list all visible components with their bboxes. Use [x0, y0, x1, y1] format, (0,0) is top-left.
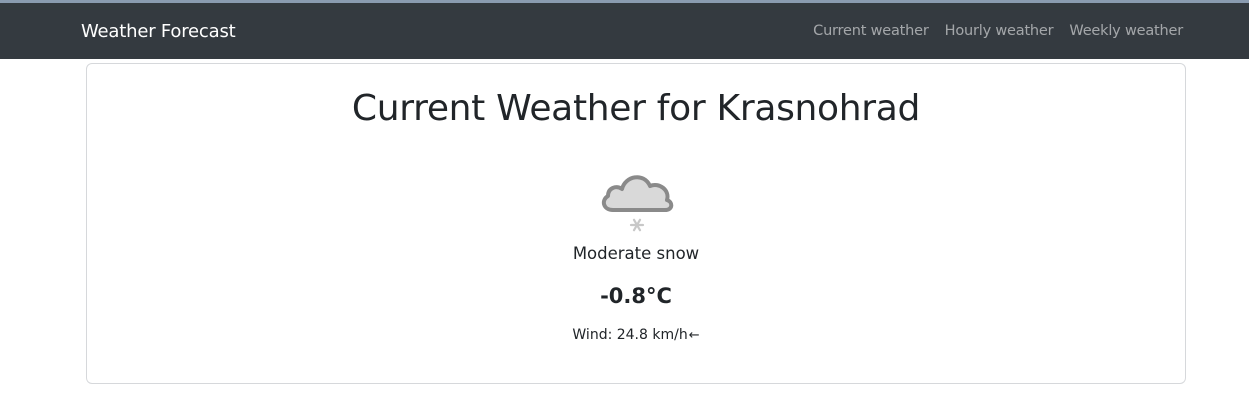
nav-link-hourly-weather[interactable]: Hourly weather	[945, 23, 1054, 39]
current-weather-card: Current Weather for Krasnohrad Moderate …	[86, 63, 1186, 384]
brand-link[interactable]: Weather Forecast	[81, 21, 236, 42]
nav-link-weekly-weather[interactable]: Weekly weather	[1069, 23, 1183, 39]
navbar: Weather Forecast Current weather Hourly …	[0, 0, 1249, 59]
page-title: Current Weather for Krasnohrad	[351, 88, 921, 129]
nav-links: Current weather Hourly weather Weekly we…	[813, 23, 1183, 39]
nav-link-current-weather[interactable]: Current weather	[813, 23, 929, 39]
cloud-snow-icon	[595, 162, 679, 238]
weather-condition: Moderate snow	[572, 244, 700, 263]
wind-speed: Wind: 24.8 km/h	[572, 327, 688, 343]
wind-info: Wind: 24.8 km/h←	[87, 327, 1185, 343]
wind-direction-arrow-icon: ←	[688, 328, 700, 343]
temperature: -0.8°C	[600, 284, 672, 308]
